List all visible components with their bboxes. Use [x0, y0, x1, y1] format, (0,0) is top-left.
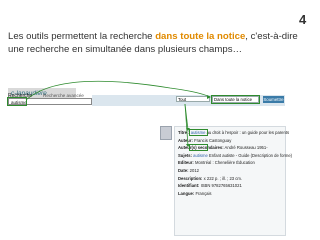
arrow-query-to-field [25, 80, 211, 101]
connector-arrows [25, 80, 211, 147]
arrowhead-icon [186, 144, 190, 147]
arrowhead-icon [207, 95, 211, 99]
